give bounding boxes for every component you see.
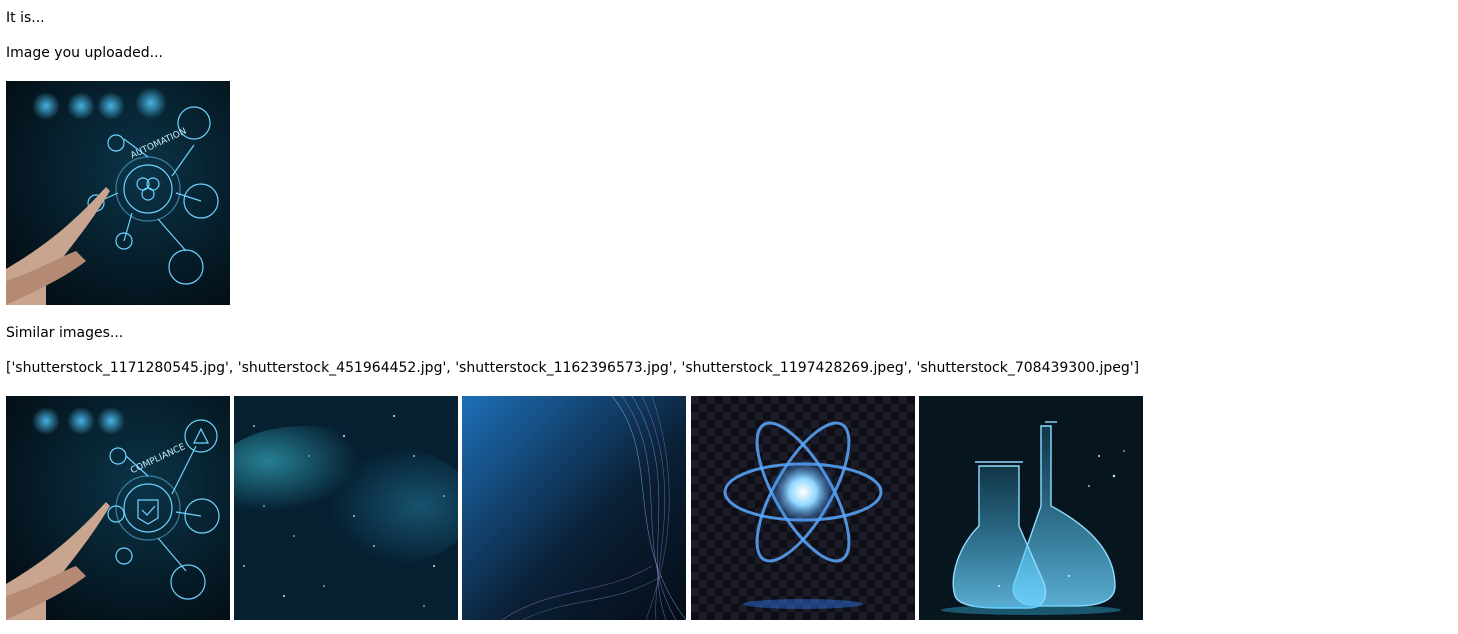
similar-image-4 xyxy=(691,396,915,620)
similar-label: Similar images... xyxy=(6,325,124,341)
automation-hand-image: AUTOMATION xyxy=(6,81,230,305)
starry-nebula-image xyxy=(234,396,458,620)
atom-image xyxy=(691,396,915,620)
similar-image-5 xyxy=(919,396,1143,620)
similar-file-list: ['shutterstock_1171280545.jpg', 'shutter… xyxy=(6,360,1140,376)
network-wave-image xyxy=(462,396,686,620)
uploaded-image: AUTOMATION xyxy=(6,81,230,305)
similar-image-3 xyxy=(462,396,686,620)
compliance-hand-image: COMPLIANCE xyxy=(6,396,230,620)
similar-image-2 xyxy=(234,396,458,620)
similar-images-row: COMPLIANCE xyxy=(6,396,1146,620)
result-heading: It is... xyxy=(6,10,45,26)
lab-flasks-image xyxy=(919,396,1143,620)
similar-image-1: COMPLIANCE xyxy=(6,396,230,620)
uploaded-label: Image you uploaded... xyxy=(6,45,164,61)
